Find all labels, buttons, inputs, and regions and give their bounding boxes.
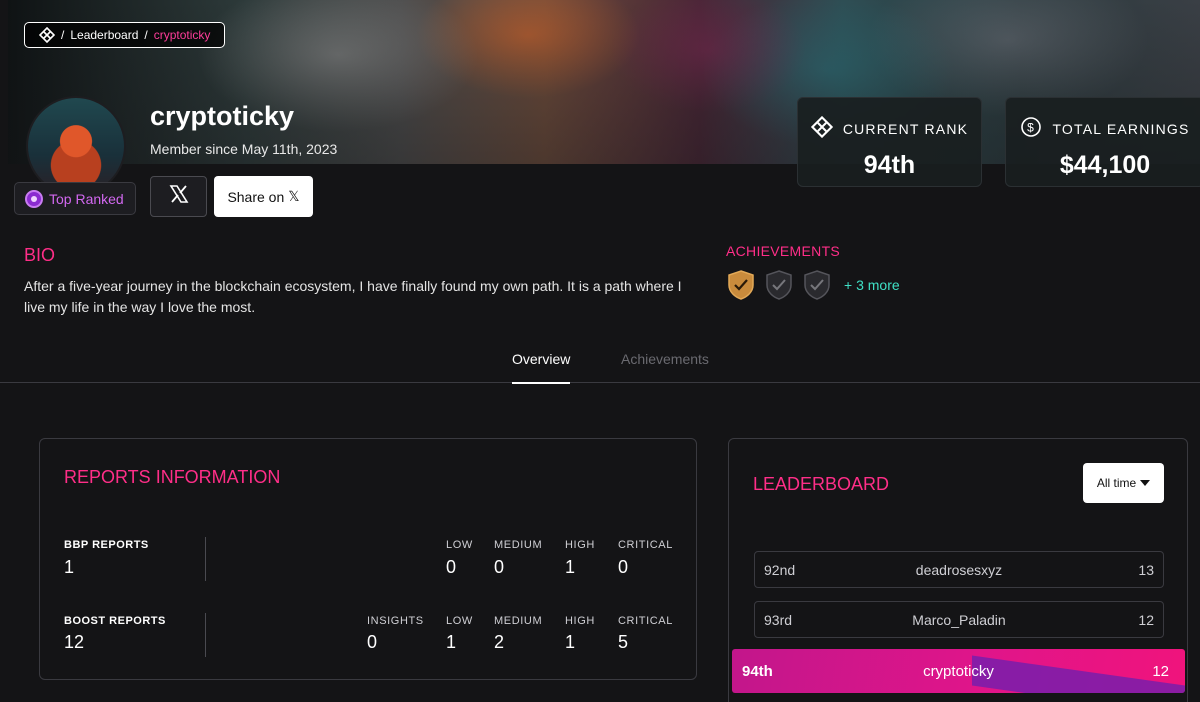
x-logo-icon <box>169 184 189 209</box>
reports-heading: REPORTS INFORMATION <box>64 467 281 487</box>
member-since: Member since May 11th, 2023 <box>150 141 338 157</box>
share-on-x-button[interactable]: Share on 𝕏 <box>214 176 313 217</box>
boost-insights-value: 0 <box>367 632 378 652</box>
bbp-high-label: HIGH <box>565 539 595 551</box>
leaderboard-score: 12 <box>1152 662 1169 680</box>
bbp-reports-label: BBP REPORTS <box>64 539 149 551</box>
bbp-critical-value: 0 <box>618 557 629 577</box>
boost-high-value: 1 <box>565 632 576 652</box>
bio-text: After a five-year journey in the blockch… <box>24 278 682 315</box>
bbp-reports-total: 1 <box>64 557 75 577</box>
total-earnings-value: $44,100 <box>1059 151 1151 179</box>
divider <box>205 537 206 581</box>
bbp-critical-label: CRITICAL <box>618 539 673 551</box>
platform-logo-icon[interactable] <box>39 27 55 43</box>
bbp-high-value: 1 <box>565 557 576 577</box>
avatar <box>26 96 126 196</box>
top-ranked-icon <box>25 189 43 208</box>
caret-down-icon <box>1140 480 1151 486</box>
leaderboard-username: Marco_Paladin <box>912 611 1006 628</box>
leaderboard-score: 12 <box>1138 611 1154 628</box>
svg-text:$: $ <box>1028 121 1036 135</box>
top-ranked-badge: Top Ranked <box>14 182 136 215</box>
boost-critical-value: 5 <box>618 632 629 652</box>
current-rank-card: CURRENT RANK 94th <box>797 97 982 187</box>
bbp-low-value: 0 <box>446 557 457 577</box>
boost-insights-label: INSIGHTS <box>367 615 424 627</box>
reports-information-card: REPORTS INFORMATION BBP REPORTS 1 LOW 0 … <box>39 438 697 680</box>
boost-high-label: HIGH <box>565 615 595 627</box>
tab-overview[interactable]: Overview <box>512 351 571 384</box>
boost-reports-label: BOOST REPORTS <box>64 615 166 627</box>
rank-logo-icon <box>810 115 833 141</box>
x-profile-button[interactable] <box>150 176 207 217</box>
breadcrumb-separator: / <box>144 28 148 42</box>
more-achievements-link[interactable]: + 3 more <box>844 277 900 293</box>
timeframe-select-value: All time <box>1096 476 1137 490</box>
breadcrumb-leaderboard-link[interactable]: Leaderboard <box>70 28 138 42</box>
total-earnings-label: TOTAL EARNINGS <box>1052 120 1190 137</box>
boost-medium-value: 2 <box>494 632 505 652</box>
profile-username: cryptoticky <box>150 101 295 131</box>
breadcrumb-separator: / <box>61 28 65 42</box>
dollar-icon: $ <box>1020 116 1042 141</box>
achievement-badges: + 3 more <box>726 269 900 301</box>
current-rank-label: CURRENT RANK <box>842 120 969 137</box>
boost-low-value: 1 <box>446 632 457 652</box>
bio-heading: BIO <box>24 245 56 265</box>
tab-achievements[interactable]: Achievements <box>621 351 709 367</box>
leaderboard-username: cryptoticky <box>923 662 994 680</box>
boost-reports-total: 12 <box>64 632 85 652</box>
bbp-medium-value: 0 <box>494 557 505 577</box>
boost-critical-label: CRITICAL <box>618 615 673 627</box>
x-glyph-icon: 𝕏 <box>288 188 300 204</box>
leaderboard-username: deadrosesxyz <box>915 561 1003 578</box>
bbp-low-label: LOW <box>446 539 473 551</box>
breadcrumb: / Leaderboard / cryptoticky <box>24 22 226 48</box>
current-rank-value: 94th <box>863 151 916 179</box>
leaderboard-heading: LEADERBOARD <box>753 474 890 494</box>
bbp-medium-label: MEDIUM <box>494 539 543 551</box>
boost-low-label: LOW <box>446 615 473 627</box>
top-ranked-label: Top Ranked <box>49 190 124 207</box>
breadcrumb-current: cryptoticky <box>153 28 211 42</box>
leaderboard-row-current-user[interactable]: 94th cryptoticky 12 <box>732 649 1185 693</box>
boost-medium-label: MEDIUM <box>494 615 543 627</box>
achievement-locked-shield-icon[interactable] <box>802 269 832 301</box>
leaderboard-score: 13 <box>1138 561 1154 578</box>
leaderboard-card: LEADERBOARD All time 92nd deadrosesxyz 1… <box>728 438 1188 702</box>
share-label: Share on <box>227 188 285 205</box>
achievement-locked-shield-icon[interactable] <box>764 269 794 301</box>
profile-tabs: Overview Achievements <box>0 340 1200 384</box>
leaderboard-row[interactable]: 92nd deadrosesxyz 13 <box>754 551 1164 588</box>
achievements-heading: ACHIEVEMENTS <box>726 243 841 259</box>
total-earnings-card: $ TOTAL EARNINGS $44,100 <box>1005 97 1200 187</box>
achievement-earned-shield-icon[interactable] <box>726 269 756 301</box>
timeframe-select[interactable]: All time <box>1083 463 1164 503</box>
divider <box>205 613 206 657</box>
leaderboard-row[interactable]: 93rd Marco_Paladin 12 <box>754 601 1164 638</box>
